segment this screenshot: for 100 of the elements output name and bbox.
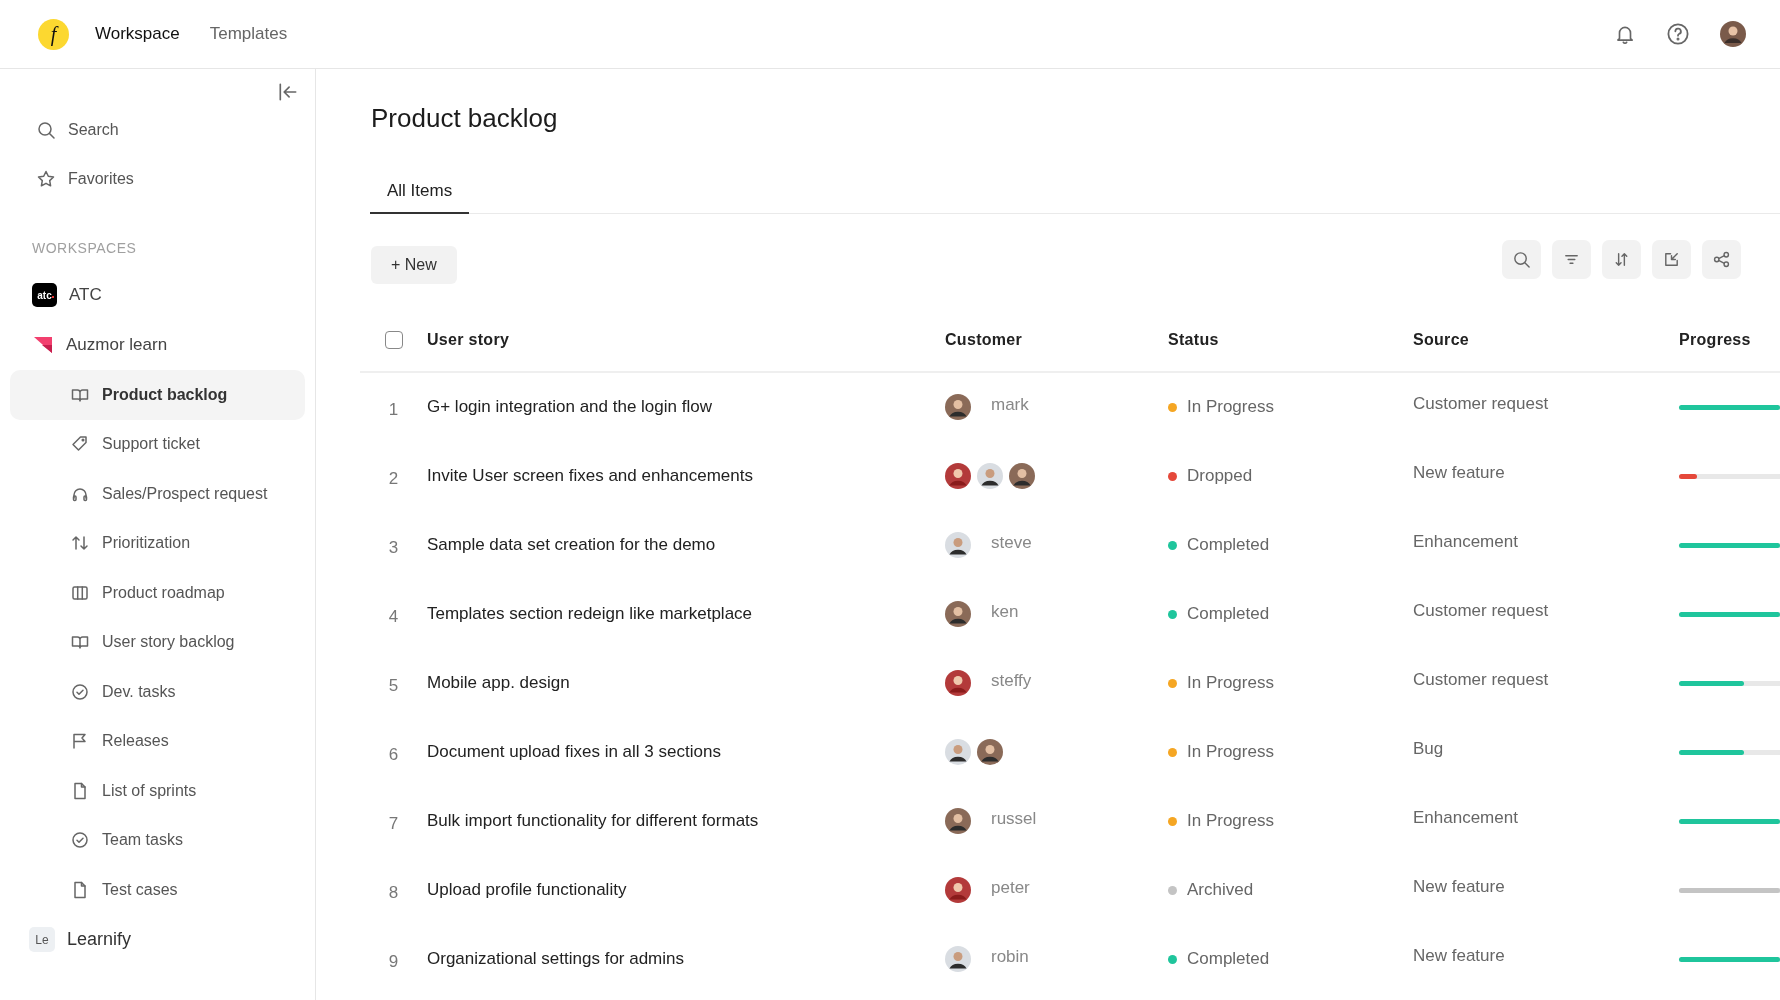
table-cell: Bulk import functionality for different formats xyxy=(427,811,759,830)
sort-button[interactable] xyxy=(1602,240,1641,279)
table-cell: Sample data set creation for the demo xyxy=(427,535,716,554)
sidebar-item[interactable]: Dev. tasks xyxy=(10,667,305,717)
new-button[interactable]: + New xyxy=(371,245,457,284)
table-cell: Invite User screen fixes and enhancements xyxy=(427,466,753,485)
sidebar-item[interactable]: User story backlog xyxy=(10,617,305,667)
row-number: 1 xyxy=(388,400,399,419)
share-button[interactable] xyxy=(1702,240,1741,279)
page-title: Product backlog xyxy=(371,103,559,135)
sidebar-item[interactable]: Favorites xyxy=(10,154,305,204)
table-cell-text: Customer request xyxy=(1413,601,1550,621)
workspace-item[interactable]: Auzmor learn xyxy=(10,320,305,370)
help-icon[interactable] xyxy=(1666,22,1690,46)
customer-name: steffy xyxy=(991,671,1032,691)
column-header: Progress xyxy=(1679,330,1751,348)
customer-name: ken xyxy=(991,602,1019,622)
check-circle-icon xyxy=(70,830,90,851)
nav-link[interactable]: Templates xyxy=(209,24,288,44)
table-cell-text: Customer request xyxy=(1413,394,1550,414)
sidebar-item[interactable]: Search xyxy=(10,105,305,155)
search-icon xyxy=(36,119,56,140)
status-label: In Progress xyxy=(1187,811,1274,831)
customer-name: peter xyxy=(991,878,1030,898)
sidebar-item[interactable]: Support ticket xyxy=(10,419,305,469)
avatar xyxy=(945,670,971,696)
row-number: 3 xyxy=(388,538,399,557)
sidebar-item[interactable]: Product backlog xyxy=(10,370,305,420)
table-cell: G+ login integration and the login flow xyxy=(427,397,712,416)
tab[interactable]: All Items xyxy=(370,171,470,214)
status-label: Completed xyxy=(1187,604,1270,624)
search-icon xyxy=(1512,250,1531,269)
column-header: Customer xyxy=(945,330,1023,348)
status-label: In Progress xyxy=(1187,397,1274,417)
table-cell: Templates section redeign like marketplace xyxy=(427,604,753,623)
flag-logo-icon xyxy=(32,334,54,356)
check-circle-icon xyxy=(70,681,90,702)
table-cell: Document upload fixes in all 3 sections xyxy=(427,742,721,761)
row-number: 8 xyxy=(388,883,399,902)
avatar xyxy=(945,394,971,420)
table-cell: Organizational settings for admins xyxy=(427,949,685,968)
table-cell-text: Bug xyxy=(1413,739,1445,759)
avatar xyxy=(977,463,1003,489)
customer-name: mark xyxy=(991,395,1029,415)
column-header: Source xyxy=(1413,330,1470,348)
row-number: 6 xyxy=(388,745,399,764)
avatar xyxy=(945,739,971,765)
sidebar-item[interactable]: Product roadmap xyxy=(10,568,305,618)
avatar xyxy=(945,463,971,489)
status-label: Dropped xyxy=(1187,466,1253,486)
star-icon xyxy=(36,169,56,190)
status-label: Completed xyxy=(1187,535,1270,555)
avatar xyxy=(945,877,971,903)
table-cell-text: New feature xyxy=(1413,946,1506,966)
row-number: 2 xyxy=(388,469,399,488)
table-cell-text: Enhancement xyxy=(1413,532,1519,552)
share-icon xyxy=(1712,250,1731,269)
workspace-logo: Le xyxy=(29,927,55,952)
column-header: Status xyxy=(1168,330,1219,348)
app-logo[interactable]: f xyxy=(38,18,69,50)
sidebar-item[interactable]: List of sprints xyxy=(10,766,305,816)
export-icon xyxy=(1662,250,1681,269)
column-header: User story xyxy=(427,330,510,348)
sidebar-item[interactable]: Releases xyxy=(10,716,305,766)
sidebar-item[interactable]: Team tasks xyxy=(10,815,305,865)
avatar xyxy=(977,739,1003,765)
customer-name: russel xyxy=(991,809,1037,829)
sidebar-item[interactable]: Prioritization xyxy=(10,518,305,568)
table-cell-text: New feature xyxy=(1413,463,1506,483)
checkbox[interactable] xyxy=(384,330,403,349)
export-button[interactable] xyxy=(1652,240,1691,279)
avatar xyxy=(945,946,971,972)
workspace-item[interactable]: atc ATC xyxy=(10,270,305,320)
status-label: Completed xyxy=(1187,949,1270,969)
avatar xyxy=(945,808,971,834)
avatar xyxy=(1009,463,1035,489)
table-cell-text: Customer request xyxy=(1413,670,1550,690)
row-number: 9 xyxy=(388,952,399,971)
section-heading: WORKSPACES xyxy=(31,239,138,258)
nav-link[interactable]: Workspace xyxy=(95,24,180,44)
user-avatar[interactable] xyxy=(1720,21,1746,47)
avatar xyxy=(945,532,971,558)
workspace-item[interactable]: Le Learnify xyxy=(10,914,305,965)
avatar xyxy=(945,601,971,627)
status-label: Archived xyxy=(1187,880,1254,900)
table-cell: Upload profile functionality xyxy=(427,880,627,899)
status-label: In Progress xyxy=(1187,742,1274,762)
table-cell-text: Enhancement xyxy=(1413,808,1519,828)
row-number: 4 xyxy=(388,607,399,626)
customer-name: steve xyxy=(991,533,1032,553)
table-cell: Mobile app. design xyxy=(427,673,570,692)
row-number: 7 xyxy=(388,814,399,833)
sidebar-item[interactable]: Sales/Prospect request xyxy=(10,469,305,519)
sidebar-item[interactable]: Test cases xyxy=(10,865,305,915)
table-cell-text: New feature xyxy=(1413,877,1506,897)
status-label: In Progress xyxy=(1187,673,1274,693)
row-number: 5 xyxy=(388,676,399,695)
workspace-logo: atc xyxy=(32,283,57,307)
search-button[interactable] xyxy=(1502,240,1541,279)
collapse-sidebar-icon[interactable] xyxy=(277,81,299,103)
